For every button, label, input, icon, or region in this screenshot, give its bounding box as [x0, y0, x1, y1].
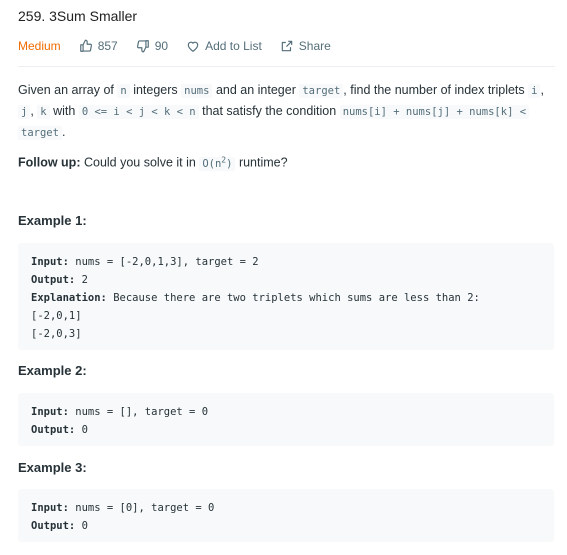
problem-page: 259. 3Sum Smaller Medium 857 90 Add to L…: [0, 0, 567, 555]
example-line-text: nums = [0], target = 0: [75, 502, 215, 514]
add-to-list-button[interactable]: Add to List: [186, 39, 262, 53]
example-line-label: Explanation:: [31, 292, 107, 304]
example-title: Example 2:: [18, 363, 87, 378]
example-line-text: Because there are two triplets which sum…: [113, 292, 480, 304]
dislike-button[interactable]: 90: [136, 39, 168, 53]
follow-up: Follow up: Could you solve it in O(n2) r…: [18, 150, 288, 174]
desc-text: .: [61, 125, 66, 139]
example-line-text: nums = [], target = 0: [75, 406, 209, 418]
inline-code: nums: [181, 84, 213, 98]
like-count: 857: [97, 39, 118, 53]
share-label: Share: [298, 39, 331, 53]
desc-text: and an integer: [215, 83, 296, 97]
follow-up-label: Follow up:: [18, 155, 81, 170]
example-line: Output: 2: [31, 271, 554, 289]
complexity-code: O(n2): [199, 155, 236, 171]
example-line: Explanation: Because there are two tripl…: [31, 289, 554, 307]
problem-description: Given an array of n integers nums and an…: [18, 80, 553, 143]
example-box: Input: nums = [], target = 0 Output: 0: [18, 393, 554, 446]
desc-text: integers: [133, 83, 178, 97]
example-line-label: Output:: [31, 424, 76, 436]
example-line-text: [-2,0,1]: [31, 310, 82, 322]
desc-text: Given an array of: [18, 83, 114, 97]
example-line-text: [-2,0,3]: [31, 328, 82, 340]
complexity-close: ): [226, 157, 233, 170]
problem-title: 259. 3Sum Smaller: [18, 8, 138, 24]
example-line: Input: nums = [], target = 0: [31, 403, 554, 421]
example-line-label: Input:: [31, 256, 69, 268]
desc-text: that satisfy the condition: [202, 104, 337, 118]
complexity-base: O(n: [202, 157, 222, 170]
example-line-label: Input:: [31, 406, 69, 418]
inline-code: i: [528, 84, 541, 98]
inline-code: nums[i] + nums[j] + nums[k] <: [339, 105, 530, 119]
example-box: Input: nums = [0], target = 0 Output: 0: [18, 489, 554, 542]
inline-code: k: [37, 105, 50, 119]
inline-code: target: [299, 84, 344, 98]
inline-code: target: [18, 126, 62, 140]
heart-icon: [187, 41, 199, 52]
inline-code: 0 <= i < j < k < n: [78, 105, 199, 119]
thumbs-up-icon: [79, 39, 92, 52]
example-line: Output: 0: [31, 517, 554, 535]
thumbs-down-icon: [136, 40, 149, 53]
problem-meta-bar: Medium 857 90 Add to List Share: [18, 36, 349, 56]
share-icon: [281, 40, 293, 52]
example-line: Input: nums = [-2,0,1,3], target = 2: [31, 253, 554, 271]
follow-up-text: Could you solve it in: [83, 155, 196, 170]
example-title: Example 1:: [18, 213, 87, 228]
difficulty-badge: Medium: [18, 39, 61, 53]
example-line-text: nums = [-2,0,1,3], target = 2: [75, 256, 259, 268]
example-line-label: Output:: [31, 520, 76, 532]
example-title: Example 3:: [18, 460, 87, 475]
add-to-list-label: Add to List: [205, 39, 262, 53]
example-line-label: Output:: [31, 274, 76, 286]
inline-code: n: [117, 84, 130, 98]
share-button[interactable]: Share: [280, 39, 331, 53]
example-line-label: Input:: [31, 502, 69, 514]
dislike-count: 90: [154, 39, 169, 53]
meta-divider: [18, 66, 555, 67]
example-line-text: 0: [81, 424, 88, 436]
example-line: Input: nums = [0], target = 0: [31, 499, 554, 517]
desc-text: ,: [540, 83, 544, 97]
inline-code: j: [18, 105, 31, 119]
desc-text: ,: [30, 104, 34, 118]
like-button[interactable]: 857: [79, 39, 118, 53]
example-line: Output: 0: [31, 421, 554, 439]
example-box: Input: nums = [-2,0,1,3], target = 2 Out…: [18, 243, 554, 350]
desc-text: with: [53, 104, 76, 118]
example-line-text: 2: [81, 274, 88, 286]
desc-text: , find the number of index triplets: [343, 83, 525, 97]
example-line-text: 0: [81, 520, 88, 532]
follow-up-end: runtime?: [238, 155, 288, 170]
example-line: [-2,0,1]: [31, 307, 554, 325]
example-line: [-2,0,3]: [31, 325, 554, 343]
